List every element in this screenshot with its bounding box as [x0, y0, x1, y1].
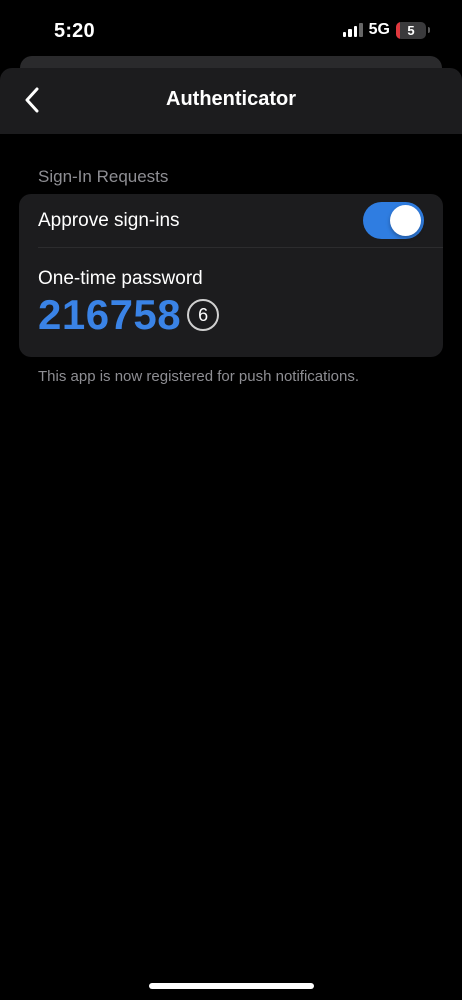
divider [38, 247, 443, 248]
toggle-knob [390, 205, 421, 236]
status-bar: 5:20 5G 5 [0, 0, 462, 62]
navigation-bar: Authenticator [0, 68, 462, 134]
battery-icon: 5 [396, 21, 426, 39]
status-indicators: 5G 5 [342, 21, 430, 39]
section-header: Sign-In Requests [38, 167, 169, 186]
status-time: 5:20 [54, 20, 95, 42]
cellular-signal-icon [342, 23, 363, 37]
sign-in-card: Approve sign-ins One-time password 21675… [19, 194, 443, 357]
battery-cap [428, 27, 430, 33]
otp-label: One-time password [38, 268, 203, 289]
home-indicator [149, 983, 314, 989]
approve-sign-ins-toggle[interactable] [363, 202, 424, 239]
otp-row: 216758 6 [38, 291, 220, 338]
otp-code: 216758 [38, 291, 182, 338]
approve-sign-ins-label: Approve sign-ins [38, 210, 180, 231]
push-registration-note: This app is now registered for push noti… [38, 368, 359, 385]
approve-sign-ins-row: Approve sign-ins [19, 194, 443, 247]
otp-countdown-timer: 6 [187, 299, 220, 331]
battery-level [396, 21, 401, 39]
page-title: Authenticator [166, 88, 296, 110]
network-type: 5G [368, 21, 390, 38]
battery-percent: 5 [407, 22, 415, 38]
